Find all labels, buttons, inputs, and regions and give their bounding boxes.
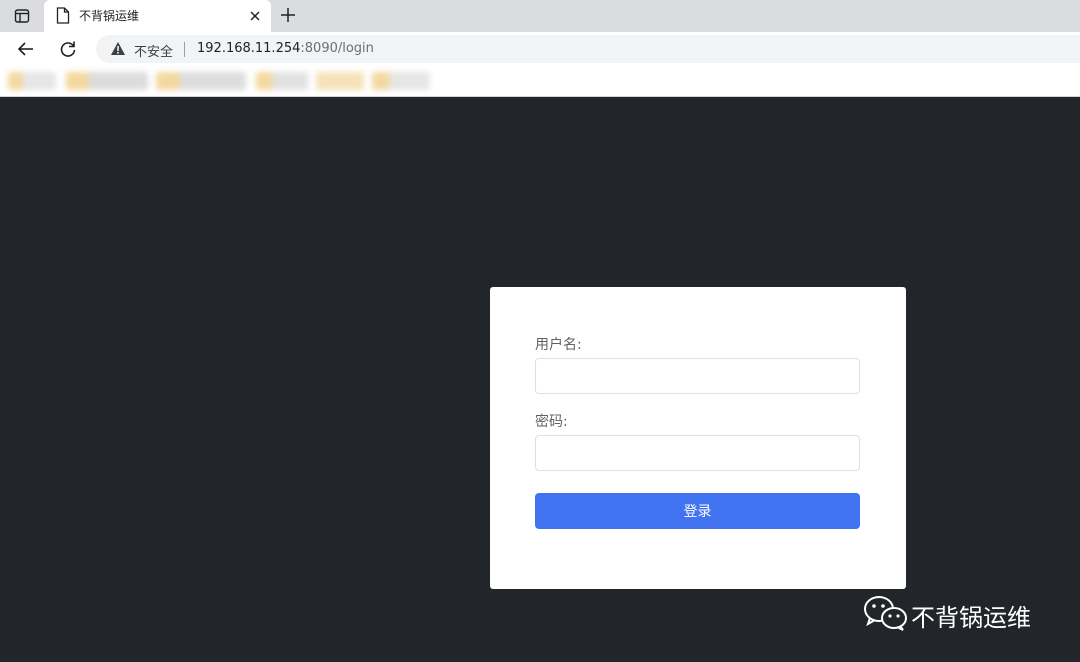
login-button[interactable]: 登录 — [535, 493, 860, 529]
bookmarks-bar — [0, 66, 1080, 97]
bookmark-item[interactable] — [372, 72, 430, 90]
url-text[interactable]: 192.168.11.254:8090/login — [197, 41, 374, 56]
username-input[interactable] — [535, 358, 860, 394]
browser-tab[interactable]: 不背锅运维 — [44, 0, 271, 32]
separator — [184, 42, 185, 57]
username-label: 用户名: — [535, 337, 582, 353]
bookmark-item[interactable] — [316, 72, 364, 90]
sidebar-window-icon[interactable] — [14, 8, 30, 24]
bookmark-item[interactable] — [256, 72, 308, 90]
security-status[interactable]: 不安全 — [134, 41, 173, 60]
browser-toolbar: 不安全 192.168.11.254:8090/login — [0, 32, 1080, 66]
login-card: 用户名: 密码: 登录 — [490, 287, 906, 589]
back-arrow-icon[interactable] — [16, 39, 36, 59]
page-icon — [56, 7, 70, 24]
watermark-text: 不背锅运维 — [911, 604, 1031, 632]
tab-title: 不背锅运维 — [79, 9, 140, 23]
browser-tab-strip: 不背锅运维 — [0, 0, 1080, 32]
plus-icon[interactable] — [279, 6, 297, 24]
page-viewport: 用户名: 密码: 登录 不背锅运维 — [0, 97, 1080, 662]
wechat-logo — [864, 596, 907, 631]
close-icon[interactable] — [247, 8, 263, 24]
reload-icon[interactable] — [58, 39, 78, 59]
bookmark-item[interactable] — [66, 72, 148, 90]
address-bar[interactable]: 不安全 192.168.11.254:8090/login — [96, 35, 1080, 63]
warning-icon[interactable] — [110, 41, 126, 56]
password-input[interactable] — [535, 435, 860, 471]
url-path: :8090/login — [300, 41, 374, 56]
password-label: 密码: — [535, 414, 568, 430]
url-host: 192.168.11.254 — [197, 41, 301, 56]
bookmark-item[interactable] — [8, 72, 56, 90]
bookmark-item[interactable] — [156, 72, 246, 90]
